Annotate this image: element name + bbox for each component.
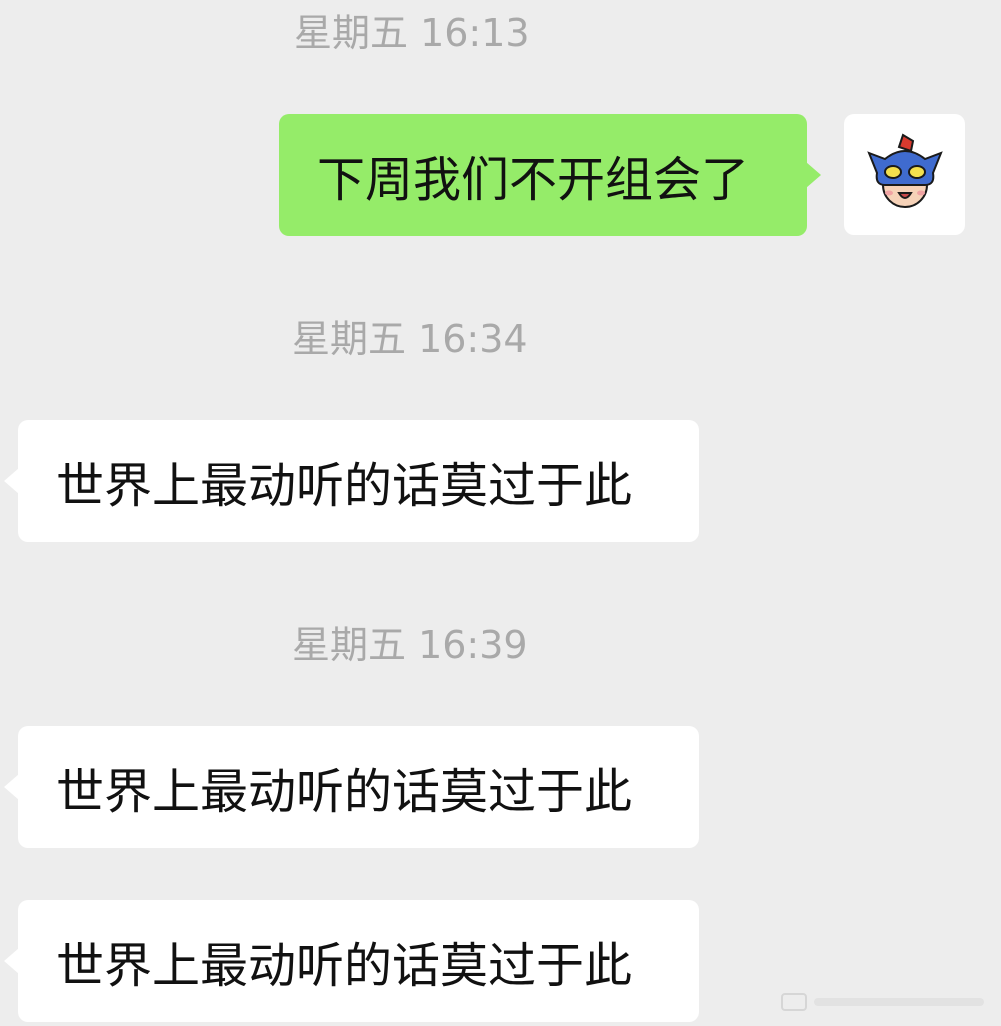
- watermark: [781, 993, 984, 1011]
- cartoon-hero-mask-avatar-icon: [866, 133, 943, 208]
- bubble-tail: [4, 468, 19, 494]
- bubble-tail: [806, 162, 821, 188]
- timestamp: 星期五 16:34: [292, 317, 528, 361]
- received-message-bubble[interactable]: 世界上最动听的话莫过于此: [4, 420, 699, 542]
- received-message-bubble[interactable]: 世界上最动听的话莫过于此: [4, 900, 699, 1022]
- sent-message-bubble[interactable]: 下周我们不开组会了: [279, 114, 821, 236]
- bubble-tail: [4, 774, 19, 800]
- bubble-tail: [4, 948, 19, 974]
- timestamp: 星期五 16:39: [292, 623, 528, 667]
- received-message-bubble[interactable]: 世界上最动听的话莫过于此: [4, 726, 699, 848]
- message-text: 世界上最动听的话莫过于此: [56, 938, 633, 994]
- message-text: 世界上最动听的话莫过于此: [56, 458, 633, 514]
- message-text: 下周我们不开组会了: [317, 152, 750, 208]
- avatar[interactable]: [844, 114, 965, 235]
- timestamp: 星期五 16:13: [294, 11, 530, 55]
- message-text: 世界上最动听的话莫过于此: [56, 764, 633, 820]
